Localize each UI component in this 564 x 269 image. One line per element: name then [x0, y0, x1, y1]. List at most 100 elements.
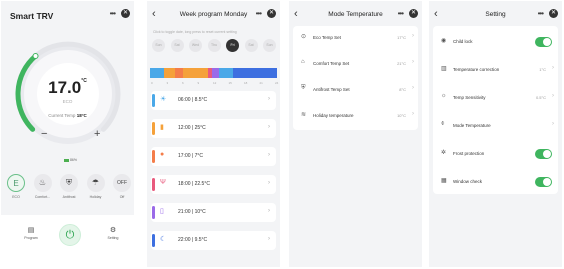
mode-comfort[interactable]: ♨ Comfort... [32, 174, 54, 204]
setting-button[interactable]: ⚙ Setting [101, 226, 125, 240]
schedule-bar [150, 68, 277, 78]
chevron-right-icon: › [268, 208, 270, 214]
schedule-tick: 15 [228, 81, 232, 85]
mode-temp-row[interactable]: ⛨ Antifrost Temp Set 8°C › [293, 78, 418, 102]
setting-row[interactable]: ▥ Temperature correction 1°C › [433, 58, 558, 82]
back-icon[interactable]: ‹ [434, 8, 438, 20]
mode-temp-row[interactable]: ≋ Holiday temperature 10°C › [293, 104, 418, 128]
more-icon[interactable]: ••• [110, 9, 116, 18]
back-icon[interactable]: ‹ [294, 8, 298, 20]
mode-antifrost[interactable]: ⛨ Antifrost [58, 174, 80, 204]
close-icon[interactable]: ✕ [267, 9, 276, 18]
schedule-tick: 12 [213, 81, 217, 85]
schedule-segment [163, 68, 176, 78]
row-label: Temp Sensitivity [453, 95, 486, 100]
row-value: 10°C [397, 113, 406, 118]
current-temp: Current Temp 18°C [48, 113, 87, 118]
setting-icon: ☼ [441, 93, 447, 99]
schedule-tick: 24 [275, 81, 279, 85]
close-icon[interactable]: ✕ [549, 9, 558, 18]
toggle-switch[interactable] [535, 177, 552, 187]
schedule-tick: 3 [166, 81, 169, 85]
day-selector: Sun Sat Wed Thu Fri Sat Sun [152, 39, 276, 52]
time-slot[interactable]: ☾ 22:00 | 9.5°C › [151, 231, 276, 250]
chevron-right-icon: › [412, 59, 414, 65]
schedule-tick: 6 [182, 81, 184, 85]
back-icon[interactable]: ‹ [152, 8, 156, 20]
mode-icon: ≋ [301, 112, 307, 118]
mode-icon: ⌂ [301, 59, 305, 65]
chevron-right-icon: › [268, 180, 270, 186]
chevron-right-icon: › [412, 85, 414, 91]
row-label: Holiday temperature [313, 113, 354, 118]
setting-icon: ▥ [441, 66, 447, 72]
time-slot[interactable]: ☀ 06:00 | 8.5°C › [151, 91, 276, 110]
week-header: ‹ Week program Monday ••• ✕ [147, 1, 280, 27]
toggle-switch[interactable] [535, 149, 552, 159]
more-icon[interactable]: ••• [398, 9, 404, 18]
setting-card: ◉ Child lock ▥ Temperature correction 1°C › ☼ T… [433, 26, 558, 194]
close-icon[interactable]: ✕ [409, 9, 418, 18]
day-6[interactable]: Sun [263, 39, 276, 52]
time-slot[interactable]: ● 17:00 | 7°C › [151, 147, 276, 166]
slot-color-strip [152, 150, 155, 163]
power-button[interactable]: ⏻ [59, 224, 81, 246]
setting-icon: ⌽ [441, 121, 445, 127]
more-icon[interactable]: ••• [256, 9, 262, 18]
setting-row[interactable]: ◉ Child lock [433, 30, 558, 54]
slot-icon: ▮ [160, 124, 164, 131]
mode-temp-row[interactable]: ⊙ Eco Temp Set 17°C › [293, 26, 418, 50]
slot-text: 22:00 | 9.5°C [178, 237, 208, 243]
mode-temperature-screen: ‹ Mode Temperature ••• ✕ ⊙ Eco Temp Set 17… [289, 1, 422, 267]
slot-text: 21:00 | 10°C [178, 209, 206, 215]
row-value: 17°C [397, 35, 406, 40]
time-slot[interactable]: ▮ 12:00 | 25°C › [151, 119, 276, 138]
close-icon[interactable]: ✕ [121, 9, 130, 18]
setting-row[interactable]: ✲ Frost protection [433, 142, 558, 166]
row-value: 21°C [397, 61, 406, 66]
mode-off[interactable]: OFF Off [111, 174, 133, 204]
day-3[interactable]: Thu [207, 39, 221, 52]
week-program-screen: ‹ Week program Monday ••• ✕ Click to tog… [147, 1, 280, 267]
slot-icon: ☀ [160, 96, 167, 103]
chevron-right-icon: › [552, 65, 554, 71]
shield-icon: ⛨ [60, 174, 78, 192]
chevron-right-icon: › [412, 111, 414, 117]
day-0[interactable]: Sun [152, 39, 165, 52]
time-slot[interactable]: Ψ 18:00 | 22.5°C › [151, 175, 276, 194]
schedule-tick: 9 [197, 81, 200, 85]
setpoint-temperature: 17.0°C [48, 78, 87, 97]
row-label: Temperature correction [453, 67, 500, 72]
slot-text: 18:00 | 22.5°C [178, 181, 210, 187]
slot-text: 06:00 | 8.5°C [178, 97, 208, 103]
day-4[interactable]: Fri [226, 39, 239, 52]
mode-icon: ⛨ [301, 85, 306, 91]
decrease-button[interactable]: − [41, 128, 47, 140]
power-icon: ⏻ [65, 229, 75, 241]
more-icon[interactable]: ••• [538, 9, 544, 18]
mode-eco[interactable]: E ECO [5, 174, 27, 204]
row-label: Frost protection [453, 151, 485, 156]
setting-screen: ‹ Setting ••• ✕ ◉ Child lock ▥ Temperature … [429, 1, 562, 267]
slot-icon: Ψ [160, 179, 166, 186]
umbrella-icon: ☂ [86, 174, 105, 192]
time-slot[interactable]: ▯ 21:00 | 10°C › [151, 203, 276, 222]
toggle-switch[interactable] [535, 37, 552, 47]
setting-row[interactable]: ☼ Temp Sensitivity 0.5°C › [433, 86, 558, 110]
slot-icon: ● [160, 151, 165, 158]
day-2[interactable]: Wed [189, 39, 202, 52]
schedule-segment [150, 68, 164, 78]
increase-button[interactable]: + [94, 128, 100, 140]
setting-row[interactable]: ▦ Window check [433, 170, 558, 194]
mode-holiday[interactable]: ☂ Holiday [85, 174, 107, 204]
setting-icon: ◉ [441, 38, 447, 44]
slot-icon: ▯ [160, 208, 164, 215]
mode-temp-row[interactable]: ⌂ Comfort Temp Set 21°C › [293, 52, 418, 76]
program-button[interactable]: ▤ Program [19, 226, 43, 240]
row-label: Mode Temperature [453, 123, 491, 128]
row-label: Eco Temp Set [313, 35, 341, 40]
row-value: 1°C [539, 67, 546, 72]
setting-row[interactable]: ⌽ Mode Temperature › [433, 114, 558, 138]
day-1[interactable]: Sat [170, 39, 184, 52]
day-5[interactable]: Sat [244, 39, 258, 52]
